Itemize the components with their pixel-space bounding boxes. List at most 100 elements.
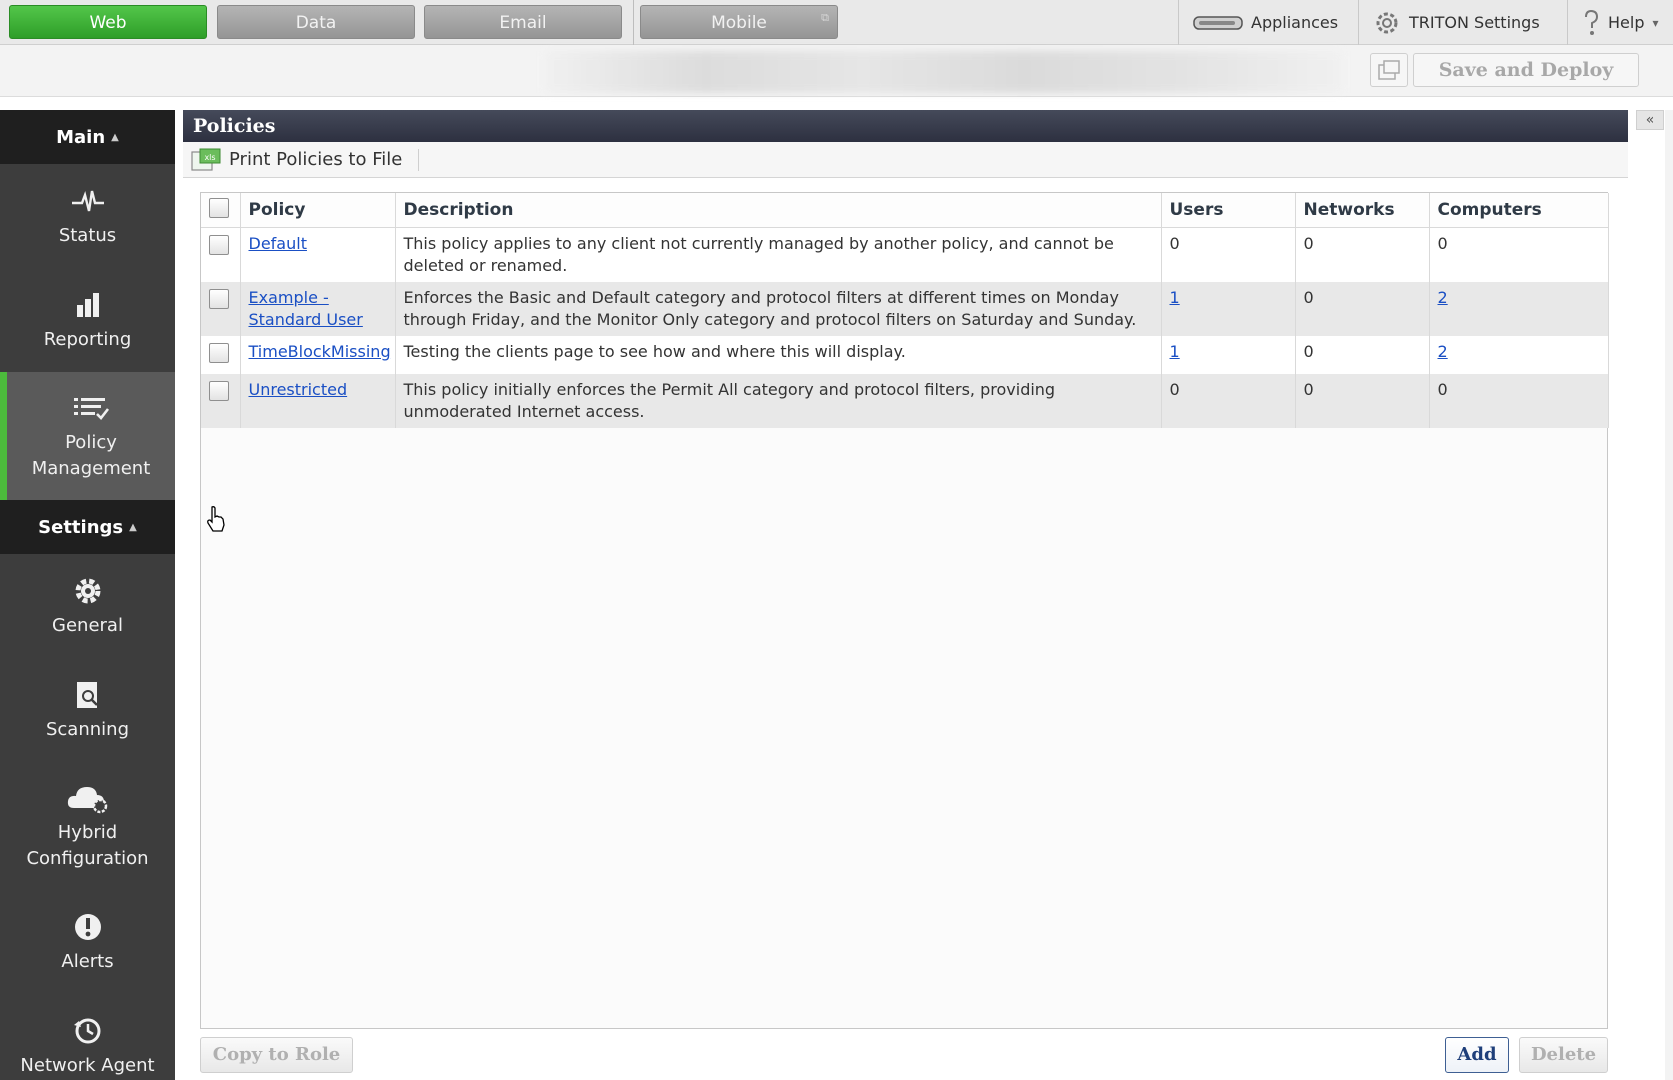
tab-data[interactable]: Data [217,5,415,39]
add-button[interactable]: Add [1445,1037,1509,1073]
column-header-description[interactable]: Description [395,193,1162,228]
tab-web[interactable]: Web [9,5,207,39]
users-count-link[interactable]: 1 [1170,341,1287,363]
policy-link[interactable]: Default [249,234,307,253]
action-bar: Save and Deploy [0,45,1673,97]
users-count-link[interactable]: 1 [1170,287,1287,309]
row-checkbox[interactable] [209,380,229,401]
policy-link[interactable]: TimeBlockMissing [249,342,391,361]
triton-settings-button[interactable]: TRITON Settings [1358,0,1566,45]
copy-to-role-button[interactable]: Copy to Role [200,1037,353,1073]
sidebar-item-policy-management[interactable]: Policy Management [0,372,175,500]
tab-mobile-label: Mobile [711,13,767,33]
networks-count: 0 [1303,233,1314,253]
sidebar-main-header[interactable]: Main ▲ [0,110,175,164]
print-policies-button[interactable]: xls Print Policies to File [191,148,402,172]
sidebar-item-label: Policy Management [31,432,151,479]
policies-table: Policy Description Users Networks Comput… [201,193,1609,428]
row-checkbox[interactable] [209,288,229,309]
sidebar-item-hybrid-configuration[interactable]: Hybrid Configuration [0,762,175,890]
table-header-row: Policy Description Users Networks Comput… [201,193,1609,228]
computers-count: 0 [1437,233,1448,253]
sidebar-item-label: Reporting [43,329,132,350]
help-menu[interactable]: Help ▾ [1567,0,1673,45]
chevron-up-icon: ▲ [111,131,119,143]
sidebar-item-network-agent[interactable]: Network Agent [0,994,175,1080]
gear-icon [73,573,103,609]
policy-description: Testing the clients page to see how and … [395,335,1162,374]
bar-chart-icon [73,287,103,323]
policies-table-container: Policy Description Users Networks Comput… [200,192,1609,1029]
toolbar-divider [418,148,420,171]
table-row: TimeBlockMissing Testing the clients pag… [201,335,1609,374]
table-row: Example - Standard User Enforces the Bas… [201,281,1609,336]
column-header-policy[interactable]: Policy [240,193,396,228]
sidebar-settings-header-label: Settings [38,516,124,538]
triton-settings-label: TRITON Settings [1409,13,1540,32]
row-checkbox[interactable] [209,234,229,255]
sidebar-item-label: General [52,615,123,636]
select-all-cell [201,193,241,228]
module-separator [633,0,634,45]
sidebar-item-status[interactable]: Status [0,164,175,268]
row-checkbox[interactable] [209,342,229,363]
computers-count-link[interactable]: 2 [1438,287,1600,309]
policy-description: Enforces the Basic and Default category … [395,281,1162,336]
networks-count: 0 [1303,341,1314,361]
computers-count: 0 [1437,379,1448,399]
policy-link[interactable]: Unrestricted [249,380,348,399]
page-title: Policies [183,110,1628,142]
sidebar-item-label: Status [58,225,117,246]
sidebar-item-label: Scanning [45,719,129,740]
blurred-status-area [545,51,1342,93]
sidebar-settings-header[interactable]: Settings ▲ [0,500,175,554]
sidebar-item-label: Hybrid Configuration [26,822,149,869]
sidebar-item-label: Network Agent [20,1055,155,1076]
help-label: Help [1608,13,1645,32]
sidebar-item-general[interactable]: General [0,554,175,658]
appliances-label: Appliances [1251,13,1339,32]
policy-link[interactable]: Example - Standard User [249,288,363,329]
sidebar-item-label: Alerts [61,951,114,972]
save-and-deploy-button[interactable]: Save and Deploy [1413,53,1639,87]
question-icon [1585,9,1599,35]
users-count: 0 [1169,233,1180,253]
sidebar-item-scanning[interactable]: Scanning [0,658,175,762]
tab-email[interactable]: Email [424,5,622,39]
networks-count: 0 [1303,379,1314,399]
policy-description: This policy applies to any client not cu… [395,227,1162,282]
policy-description: This policy initially enforces the Permi… [395,373,1162,428]
sidebar-item-alerts[interactable]: Alerts [0,890,175,994]
history-icon [73,1013,103,1049]
column-header-networks[interactable]: Networks [1295,193,1430,228]
appliances-button[interactable]: Appliances [1178,0,1357,45]
gear-icon [1376,12,1398,33]
alert-icon [73,909,103,945]
select-all-checkbox[interactable] [209,198,229,219]
column-header-users[interactable]: Users [1161,193,1296,228]
pulse-icon [71,183,105,219]
xls-icon: xls [191,148,221,171]
delete-button[interactable]: Delete [1519,1037,1608,1073]
sidebar-main-header-label: Main [56,126,106,148]
top-module-bar: Web Data Email Mobile ⧉ Appliances TRITO… [0,0,1673,45]
hand-cursor-icon [205,505,227,537]
popout-icon: ⧉ [821,11,829,24]
right-scroll-rail[interactable] [1665,110,1673,1080]
pending-changes-button[interactable] [1370,53,1408,87]
sidebar-item-reporting[interactable]: Reporting [0,268,175,372]
cloud-gear-icon [66,780,110,816]
appliance-icon [1193,15,1243,30]
svg-text:xls: xls [204,153,215,162]
toolbar: xls Print Policies to File [183,142,1628,178]
computers-count-link[interactable]: 2 [1438,341,1600,363]
chevron-up-icon: ▲ [129,521,137,533]
collapse-panel-button[interactable]: « [1636,110,1664,130]
print-policies-label: Print Policies to File [229,149,403,170]
column-header-computers[interactable]: Computers [1429,193,1609,228]
table-row: Unrestricted This policy initially enfor… [201,373,1609,428]
policy-list-icon [72,390,110,426]
tab-mobile[interactable]: Mobile ⧉ [640,5,838,39]
sidebar: Main ▲ Status Reporting Policy Managemen… [0,110,175,1080]
pending-changes-icon [1378,60,1400,80]
